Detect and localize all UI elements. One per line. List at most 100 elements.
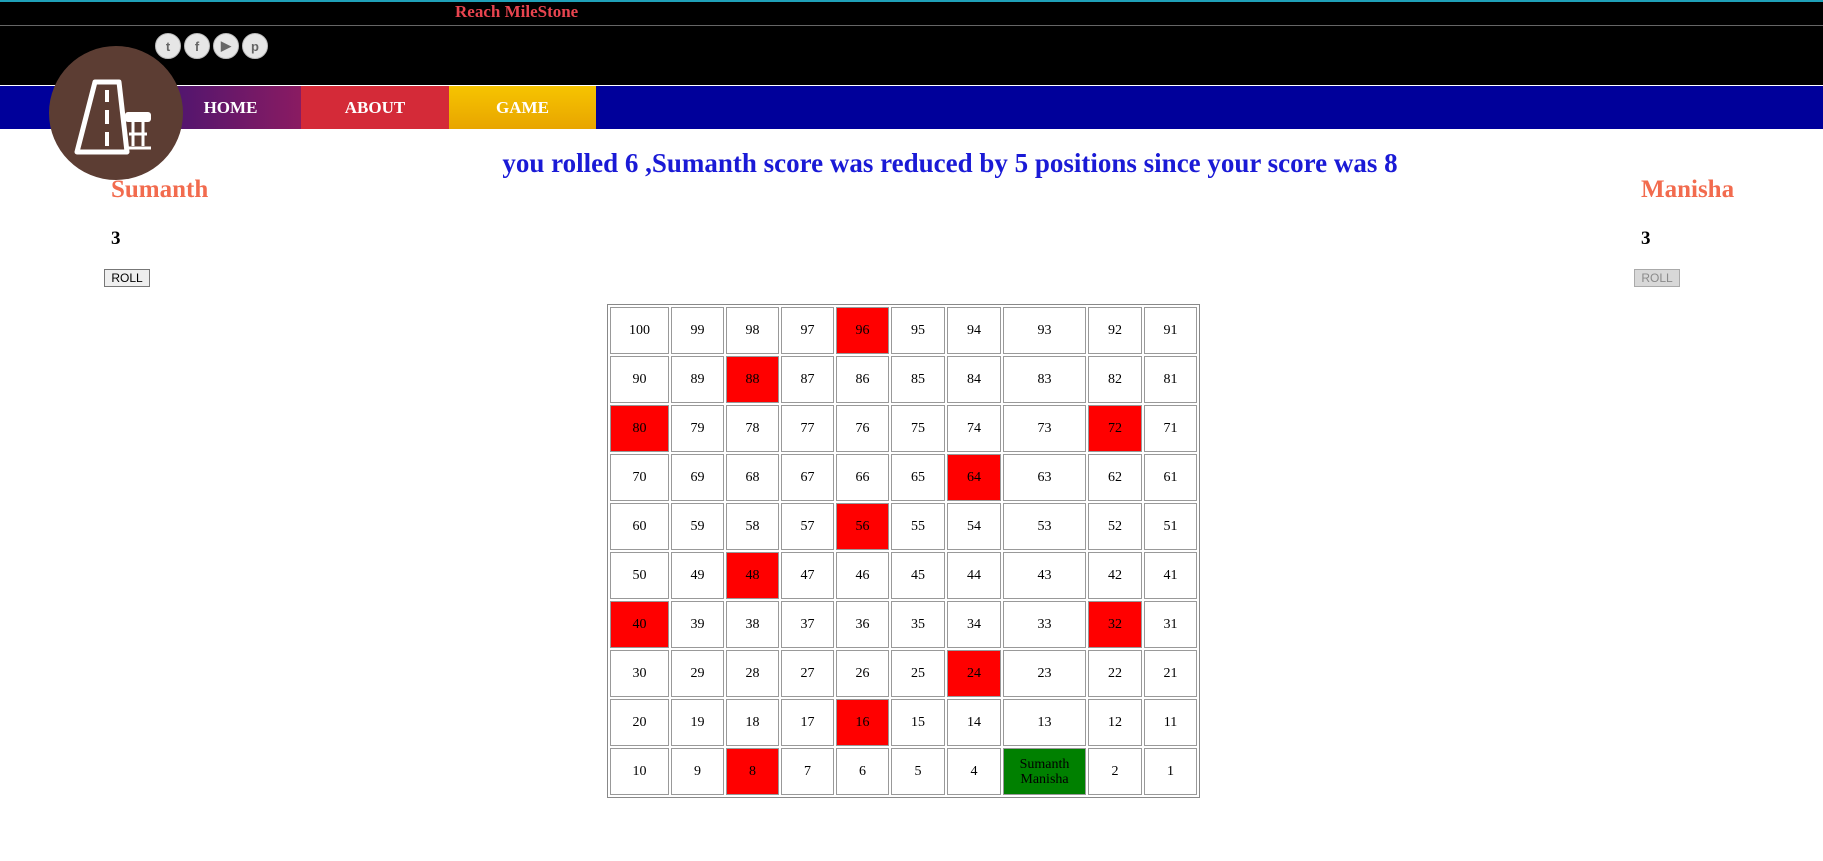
board-cell: 21: [1144, 650, 1197, 697]
board-cell: 98: [726, 307, 779, 354]
board-cell: 85: [891, 356, 945, 403]
player-left-name: Sumanth: [111, 176, 209, 203]
roll-button-right[interactable]: ROLL: [1634, 269, 1680, 287]
board-cell: 18: [726, 699, 779, 746]
board-cell: 30: [610, 650, 669, 697]
board-cell: 12: [1088, 699, 1142, 746]
board-cell: 36: [836, 601, 889, 648]
youtube-icon[interactable]: ▶: [213, 33, 239, 59]
board-cell-hazard: 80: [610, 405, 669, 452]
board-cell: 19: [671, 699, 724, 746]
board-cell: 100: [610, 307, 669, 354]
board-cell: 89: [671, 356, 724, 403]
board-cell: 65: [891, 454, 945, 501]
board-cell: 20: [610, 699, 669, 746]
board-cell: 62: [1088, 454, 1142, 501]
board-cell-hazard: 64: [947, 454, 1001, 501]
board-row: 40 39 38 37 36 35 34 33 32 31: [610, 601, 1197, 648]
player-token-label: Sumanth: [1019, 756, 1070, 772]
board-cell: 17: [781, 699, 834, 746]
board-cell: 13: [1003, 699, 1086, 746]
board-cell: 76: [836, 405, 889, 452]
twitter-icon[interactable]: t: [155, 33, 181, 59]
board-row: 10 9 8 7 6 5 4 Sumanth Manisha 2 1: [610, 748, 1197, 795]
board-cell: 33: [1003, 601, 1086, 648]
board-cell-hazard: 96: [836, 307, 889, 354]
board-cell: 93: [1003, 307, 1086, 354]
board-cell: 10: [610, 748, 669, 795]
board-cell: 43: [1003, 552, 1086, 599]
board-cell: 49: [671, 552, 724, 599]
board-cell: 41: [1144, 552, 1197, 599]
board-cell-hazard: 72: [1088, 405, 1142, 452]
roll-button-left[interactable]: ROLL: [104, 269, 150, 287]
board-cell: 87: [781, 356, 834, 403]
header-bar: [0, 26, 1823, 85]
board-cell: 92: [1088, 307, 1142, 354]
player-right-name: Manisha: [1641, 176, 1735, 203]
board-cell-hazard: 24: [947, 650, 1001, 697]
nav-game[interactable]: GAME: [449, 86, 596, 129]
board-cell: 4: [947, 748, 1001, 795]
board-cell: 26: [836, 650, 889, 697]
board-cell: 91: [1144, 307, 1197, 354]
game-message: you rolled 6 ,Sumanth score was reduced …: [502, 148, 1398, 178]
board-row: 50 49 48 47 46 45 44 43 42 41: [610, 552, 1197, 599]
board-cell: 68: [726, 454, 779, 501]
game-board: 100 99 98 97 96 95 94 93 92 91 90 89 88 87 86 85 84 83 82 8…: [607, 304, 1200, 798]
board-cell: 99: [671, 307, 724, 354]
board-cell-hazard: 16: [836, 699, 889, 746]
board-cell-hazard: 8: [726, 748, 779, 795]
board-cell-occupied: Sumanth Manisha: [1003, 748, 1086, 795]
board-cell: 71: [1144, 405, 1197, 452]
board-cell: 22: [1088, 650, 1142, 697]
facebook-icon[interactable]: f: [184, 33, 210, 59]
board-row: 70 69 68 67 66 65 64 63 62 61: [610, 454, 1197, 501]
board-cell: 29: [671, 650, 724, 697]
board-row: 90 89 88 87 86 85 84 83 82 81: [610, 356, 1197, 403]
board-cell: 34: [947, 601, 1001, 648]
board-cell: 59: [671, 503, 724, 550]
board-cell: 52: [1088, 503, 1142, 550]
board-cell-hazard: 48: [726, 552, 779, 599]
board-cell: 51: [1144, 503, 1197, 550]
board-cell: 46: [836, 552, 889, 599]
board-row: 100 99 98 97 96 95 94 93 92 91: [610, 307, 1197, 354]
board-cell: 53: [1003, 503, 1086, 550]
board-cell: 50: [610, 552, 669, 599]
board-cell: 9: [671, 748, 724, 795]
board-cell: 60: [610, 503, 669, 550]
board-cell: 97: [781, 307, 834, 354]
board-cell: 81: [1144, 356, 1197, 403]
board-row: 60 59 58 57 56 55 54 53 52 51: [610, 503, 1197, 550]
board-cell: 27: [781, 650, 834, 697]
board-row: 30 29 28 27 26 25 24 23 22 21: [610, 650, 1197, 697]
board-cell: 14: [947, 699, 1001, 746]
board-cell: 23: [1003, 650, 1086, 697]
board-cell: 44: [947, 552, 1001, 599]
board-cell: 1: [1144, 748, 1197, 795]
board-cell: 54: [947, 503, 1001, 550]
nav-about[interactable]: ABOUT: [301, 86, 449, 129]
board-cell: 69: [671, 454, 724, 501]
board-cell: 55: [891, 503, 945, 550]
board-cell: 61: [1144, 454, 1197, 501]
player-left-score: 3: [111, 228, 121, 249]
board-cell: 11: [1144, 699, 1197, 746]
board-cell: 79: [671, 405, 724, 452]
board-cell: 75: [891, 405, 945, 452]
board-cell: 35: [891, 601, 945, 648]
player-right-score: 3: [1641, 228, 1651, 249]
board-cell: 38: [726, 601, 779, 648]
board-row: 20 19 18 17 16 15 14 13 12 11: [610, 699, 1197, 746]
player-token-label: Manisha: [1020, 771, 1069, 787]
board-cell: 67: [781, 454, 834, 501]
board-cell: 6: [836, 748, 889, 795]
pinterest-icon[interactable]: p: [242, 33, 268, 59]
board-cell: 86: [836, 356, 889, 403]
board-cell: 7: [781, 748, 834, 795]
board-cell: 82: [1088, 356, 1142, 403]
board-cell: 84: [947, 356, 1001, 403]
board-cell: 90: [610, 356, 669, 403]
board-cell: 2: [1088, 748, 1142, 795]
